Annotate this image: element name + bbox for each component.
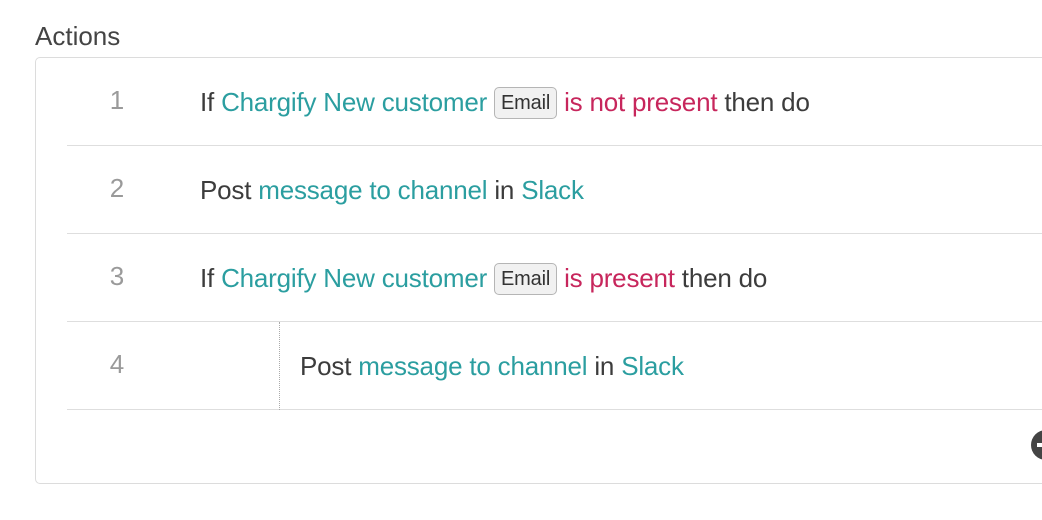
if-keyword: If — [200, 262, 215, 293]
action-row-2: 2 Post message to channel in Slack — [67, 146, 1042, 234]
object-link[interactable]: message to channel — [258, 175, 487, 206]
then-do-text: then do — [724, 86, 810, 117]
trigger-link[interactable]: New customer — [323, 263, 487, 294]
condition-link[interactable]: is present — [564, 263, 675, 294]
then-do-text: then do — [681, 262, 768, 293]
verb-text: Post — [200, 174, 252, 205]
nesting-guide-line — [279, 322, 280, 410]
actions-panel: 1 If Chargify New customer Email is not … — [35, 57, 1042, 484]
field-pill[interactable]: Email — [494, 87, 558, 119]
object-link[interactable]: message to channel — [358, 351, 587, 382]
action-number: 4 — [109, 349, 125, 379]
app-link[interactable]: Chargify — [221, 87, 316, 118]
action-number: 2 — [109, 173, 125, 203]
field-pill[interactable]: Email — [494, 263, 558, 295]
action-row-3: 3 If Chargify New customer Email is pres… — [67, 234, 1042, 322]
preposition-text: in — [594, 350, 615, 381]
action-number: 3 — [109, 261, 125, 291]
trigger-link[interactable]: New customer — [323, 87, 487, 118]
action-row-1: 1 If Chargify New customer Email is not … — [67, 58, 1042, 146]
app-link[interactable]: Chargify — [221, 263, 316, 294]
action-description: If Chargify New customer Email is presen… — [200, 234, 767, 322]
action-number: 1 — [109, 85, 125, 115]
plus-circle-icon[interactable] — [1031, 430, 1042, 460]
preposition-text: in — [494, 174, 515, 205]
app-link[interactable]: Slack — [621, 351, 684, 382]
app-link[interactable]: Slack — [521, 175, 584, 206]
verb-text: Post — [300, 350, 352, 381]
section-title: Actions — [35, 21, 121, 51]
action-description: If Chargify New customer Email is not pr… — [200, 58, 810, 146]
if-keyword: If — [200, 86, 215, 117]
action-description: Post message to channel in Slack — [300, 322, 684, 410]
action-description: Post message to channel in Slack — [200, 146, 584, 234]
action-row-4: 4 Post message to channel in Slack — [67, 322, 1042, 410]
condition-link[interactable]: is not present — [564, 87, 717, 118]
